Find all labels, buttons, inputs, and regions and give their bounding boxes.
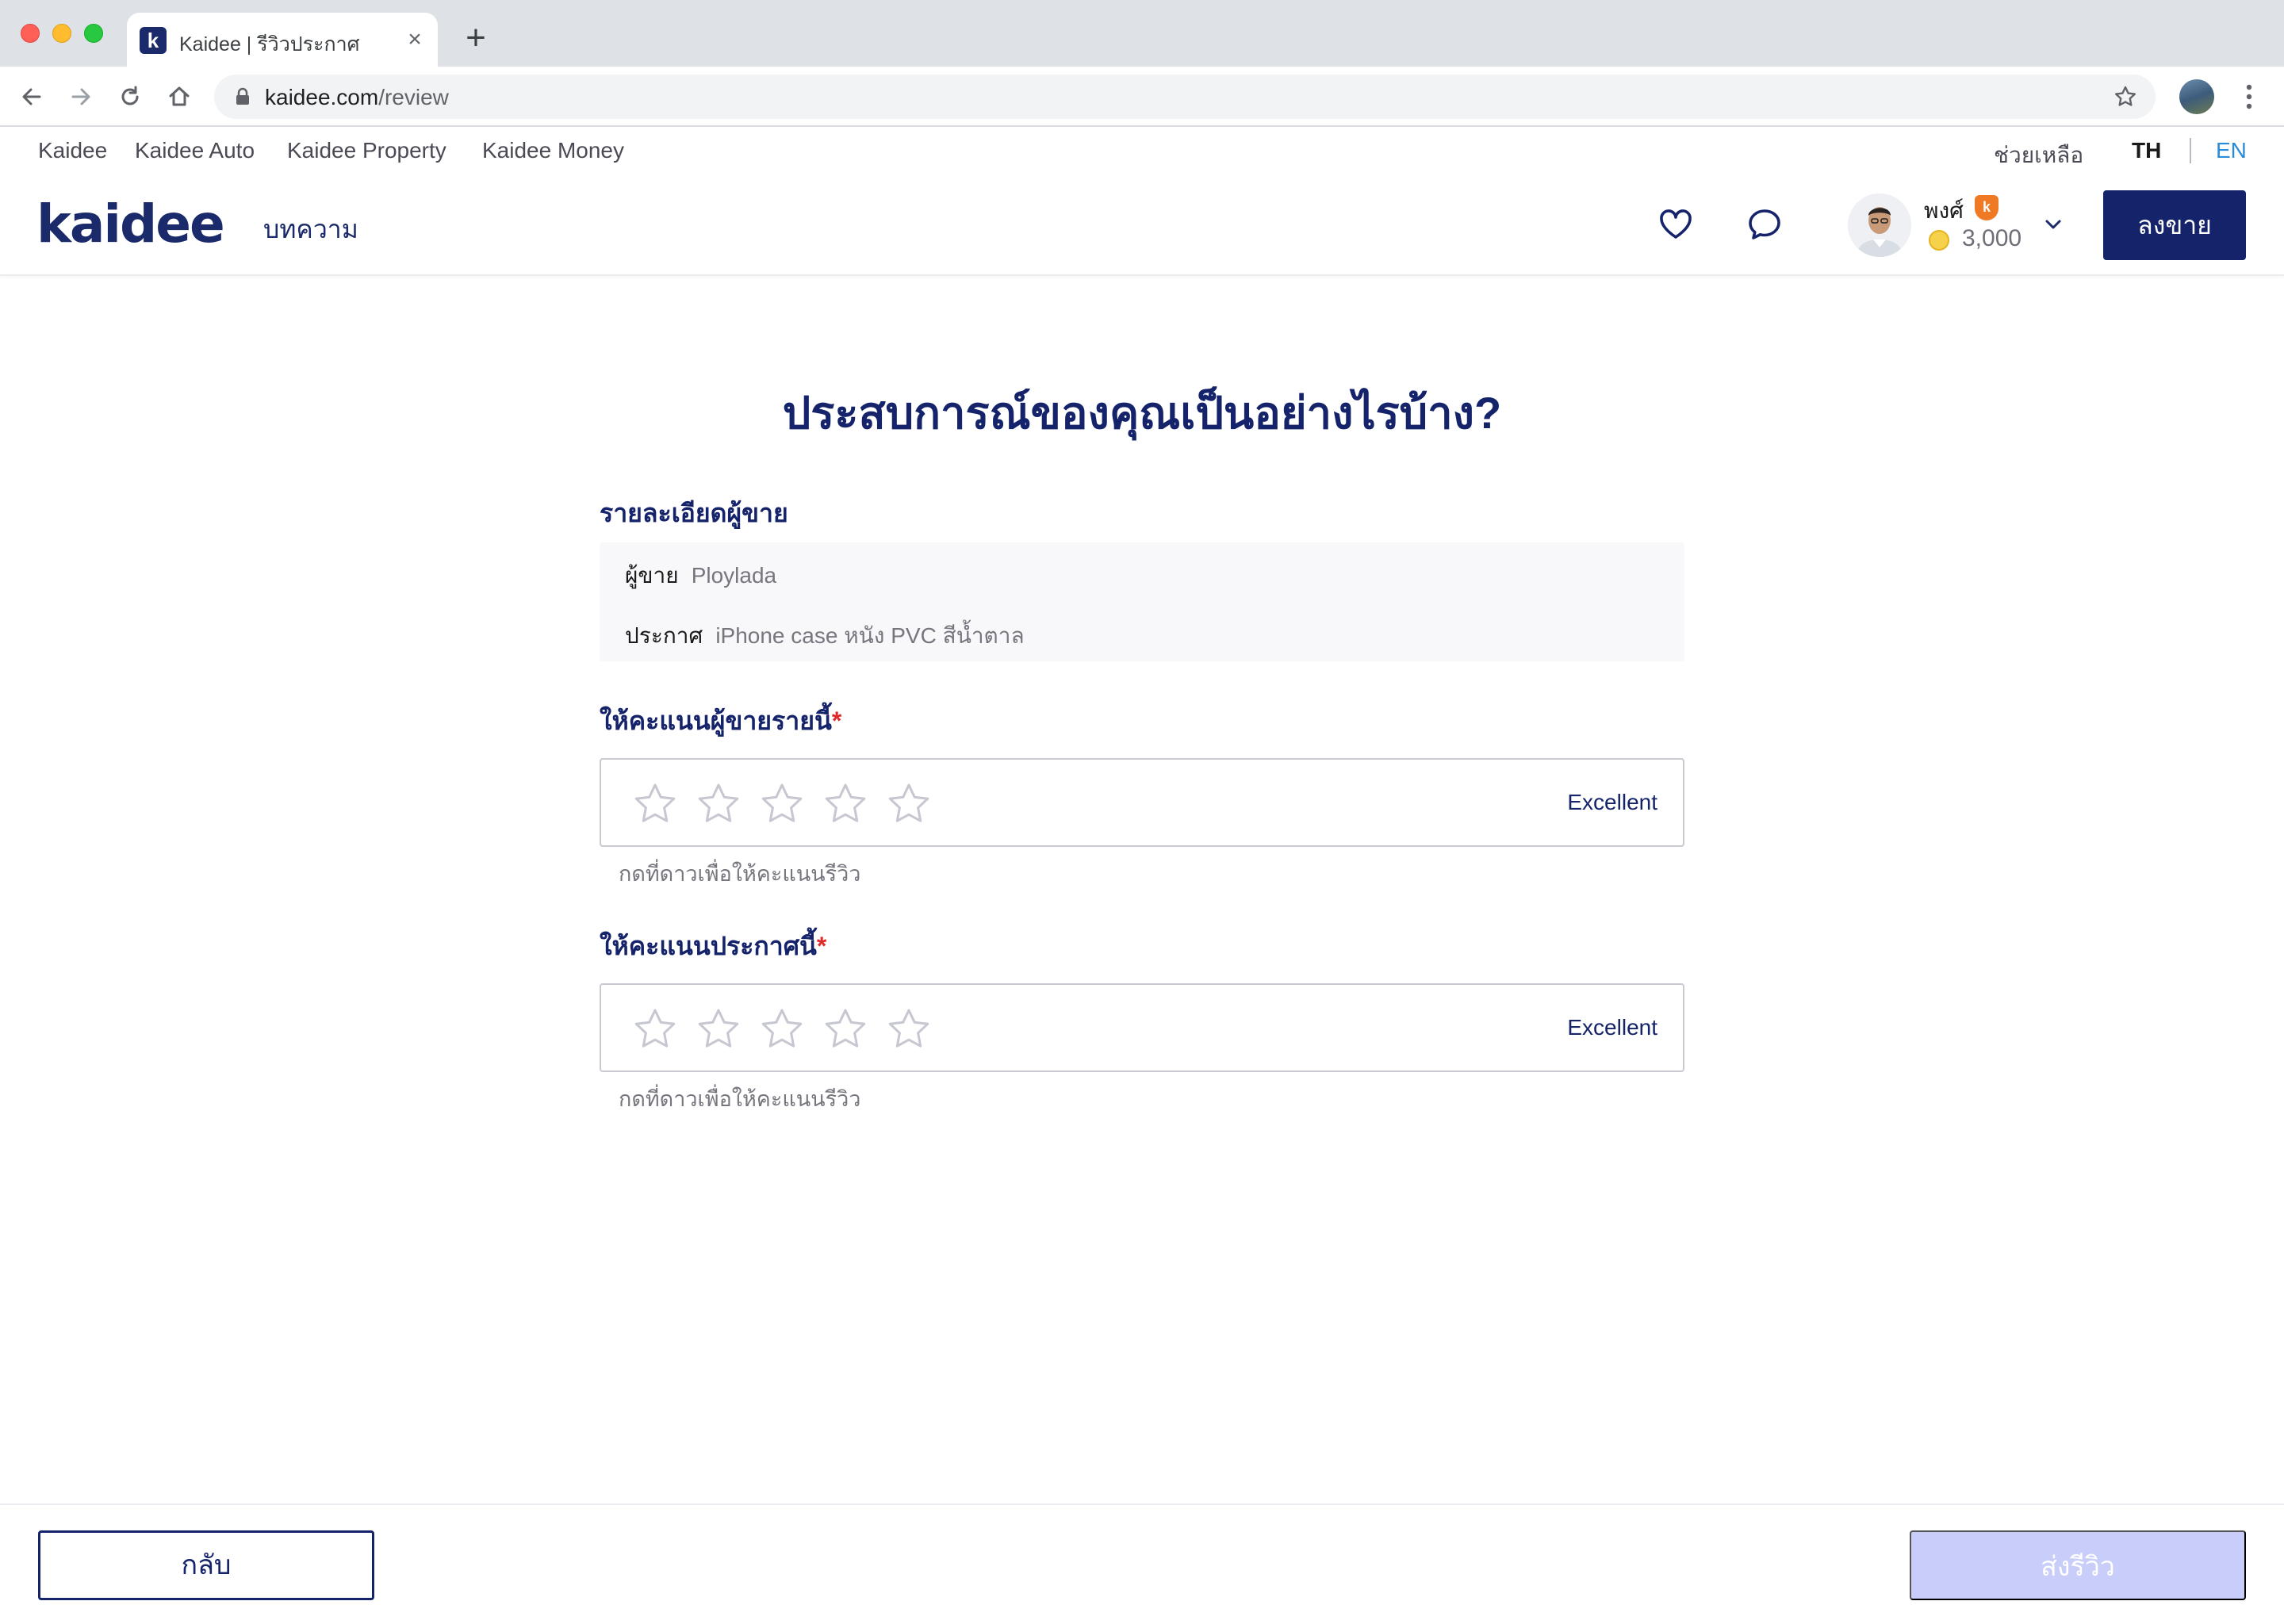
language-en[interactable]: EN	[2216, 138, 2247, 163]
forward-arrow-icon[interactable]	[65, 81, 97, 113]
listing-rating-label: ให้คะแนนประกาศนี้*	[600, 926, 826, 967]
listing-rating-hint: กดที่ดาวเพื่อให้คะแนนรีวิว	[619, 1087, 861, 1111]
help-link[interactable]: ช่วยเหลือ	[1994, 138, 2083, 173]
sell-button[interactable]: ลงขาย	[2103, 190, 2246, 260]
articles-link[interactable]: บทความ	[263, 209, 358, 250]
user-avatar[interactable]	[1848, 193, 1911, 257]
browser-profile-avatar[interactable]	[2179, 79, 2214, 114]
required-mark: *	[816, 932, 827, 960]
seller-star-2-icon[interactable]	[695, 780, 742, 828]
action-footer: กลับ ส่งรีวิว	[0, 1503, 2284, 1624]
browser-menu-icon[interactable]	[2238, 82, 2260, 111]
heart-icon[interactable]	[1656, 205, 1696, 244]
topnav-link-kaidee[interactable]: Kaidee	[38, 138, 107, 163]
seller-details-label: รายละเอียดผู้ขาย	[600, 499, 788, 527]
seller-star-1-icon[interactable]	[631, 780, 679, 828]
close-window-button[interactable]	[21, 24, 40, 43]
address-bar[interactable]: kaidee.com/review	[214, 75, 2156, 119]
listing-star-4-icon[interactable]	[822, 1005, 869, 1053]
username[interactable]: พงศ์	[1924, 193, 1964, 228]
seller-rating-box: Excellent	[600, 758, 1684, 847]
lock-icon	[236, 87, 249, 105]
topnav-link-kaidee-auto[interactable]: Kaidee Auto	[135, 138, 255, 163]
kaidee-logo[interactable]: kaidee	[36, 193, 225, 255]
browser-tab-bar: k Kaidee | รีวิวประกาศ × +	[0, 0, 2284, 67]
coin-balance: 3,000	[1962, 225, 2022, 251]
listing-value: iPhone case หนัง PVC สีน้ำตาล	[715, 623, 1025, 648]
listing-rating-box: Excellent	[600, 983, 1684, 1072]
language-th[interactable]: TH	[2132, 138, 2161, 163]
maximize-window-button[interactable]	[84, 24, 103, 43]
seller-rating-text: Excellent	[1567, 790, 1657, 814]
back-arrow-icon[interactable]	[16, 81, 48, 113]
topnav-link-kaidee-property[interactable]: Kaidee Property	[287, 138, 446, 163]
minimize-window-button[interactable]	[52, 24, 71, 43]
home-icon[interactable]	[163, 81, 195, 113]
listing-star-2-icon[interactable]	[695, 1005, 742, 1053]
url-host: kaidee.com	[265, 85, 379, 109]
seller-row: ผู้ขาย Ploylada	[625, 558, 776, 593]
seller-star-3-icon[interactable]	[758, 780, 806, 828]
topnav-link-kaidee-money[interactable]: Kaidee Money	[482, 138, 624, 163]
browser-toolbar: kaidee.com/review	[0, 67, 2284, 127]
browser-tab-active[interactable]: k Kaidee | รีวิวประกาศ ×	[127, 13, 438, 67]
page-title: ประสบการณ์ของคุณเป็นอย่างไรบ้าง?	[782, 388, 1502, 438]
verified-shield-icon: k	[1975, 195, 1998, 220]
close-tab-icon[interactable]: ×	[401, 26, 428, 53]
submit-review-button[interactable]: ส่งรีวิว	[1910, 1530, 2246, 1600]
listing-rating-label-text: ให้คะแนนประกาศนี้	[600, 932, 817, 960]
site-header: kaidee บทความ พงศ์ k 3,000 ลงขาย	[0, 176, 2284, 276]
reload-icon[interactable]	[114, 81, 146, 113]
back-button[interactable]: กลับ	[38, 1530, 374, 1600]
seller-rating-label-text: ให้คะแนนผู้ขายรายนี้	[600, 707, 832, 735]
seller-value: Ploylada	[691, 563, 777, 588]
seller-key: ผู้ขาย	[625, 563, 679, 588]
kaidee-favicon-icon: k	[140, 27, 167, 54]
seller-star-5-icon[interactable]	[885, 780, 933, 828]
coin-icon	[1929, 230, 1949, 251]
listing-star-5-icon[interactable]	[885, 1005, 933, 1053]
bookmark-star-icon[interactable]	[2113, 84, 2138, 109]
site-top-nav: Kaidee Kaidee Auto Kaidee Property Kaide…	[0, 127, 2284, 176]
language-divider	[2190, 138, 2191, 163]
required-mark: *	[831, 707, 842, 735]
url-text: kaidee.com/review	[265, 85, 449, 110]
seller-star-4-icon[interactable]	[822, 780, 869, 828]
seller-rating-label: ให้คะแนนผู้ขายรายนี้*	[600, 701, 841, 741]
chevron-down-icon[interactable]	[2040, 211, 2067, 238]
listing-star-1-icon[interactable]	[631, 1005, 679, 1053]
listing-key: ประกาศ	[625, 623, 703, 648]
listing-rating-text: Excellent	[1567, 1015, 1657, 1040]
seller-details-box: ผู้ขาย Ploylada ประกาศ iPhone case หนัง PV…	[600, 542, 1684, 661]
new-tab-button[interactable]: +	[460, 21, 492, 56]
listing-row: ประกาศ iPhone case หนัง PVC สีน้ำตาล	[625, 619, 1025, 653]
tab-title: Kaidee | รีวิวประกาศ	[179, 33, 360, 56]
url-path: /review	[378, 85, 449, 109]
seller-rating-hint: กดที่ดาวเพื่อให้คะแนนรีวิว	[619, 862, 861, 886]
chat-icon[interactable]	[1745, 205, 1784, 244]
listing-star-3-icon[interactable]	[758, 1005, 806, 1053]
